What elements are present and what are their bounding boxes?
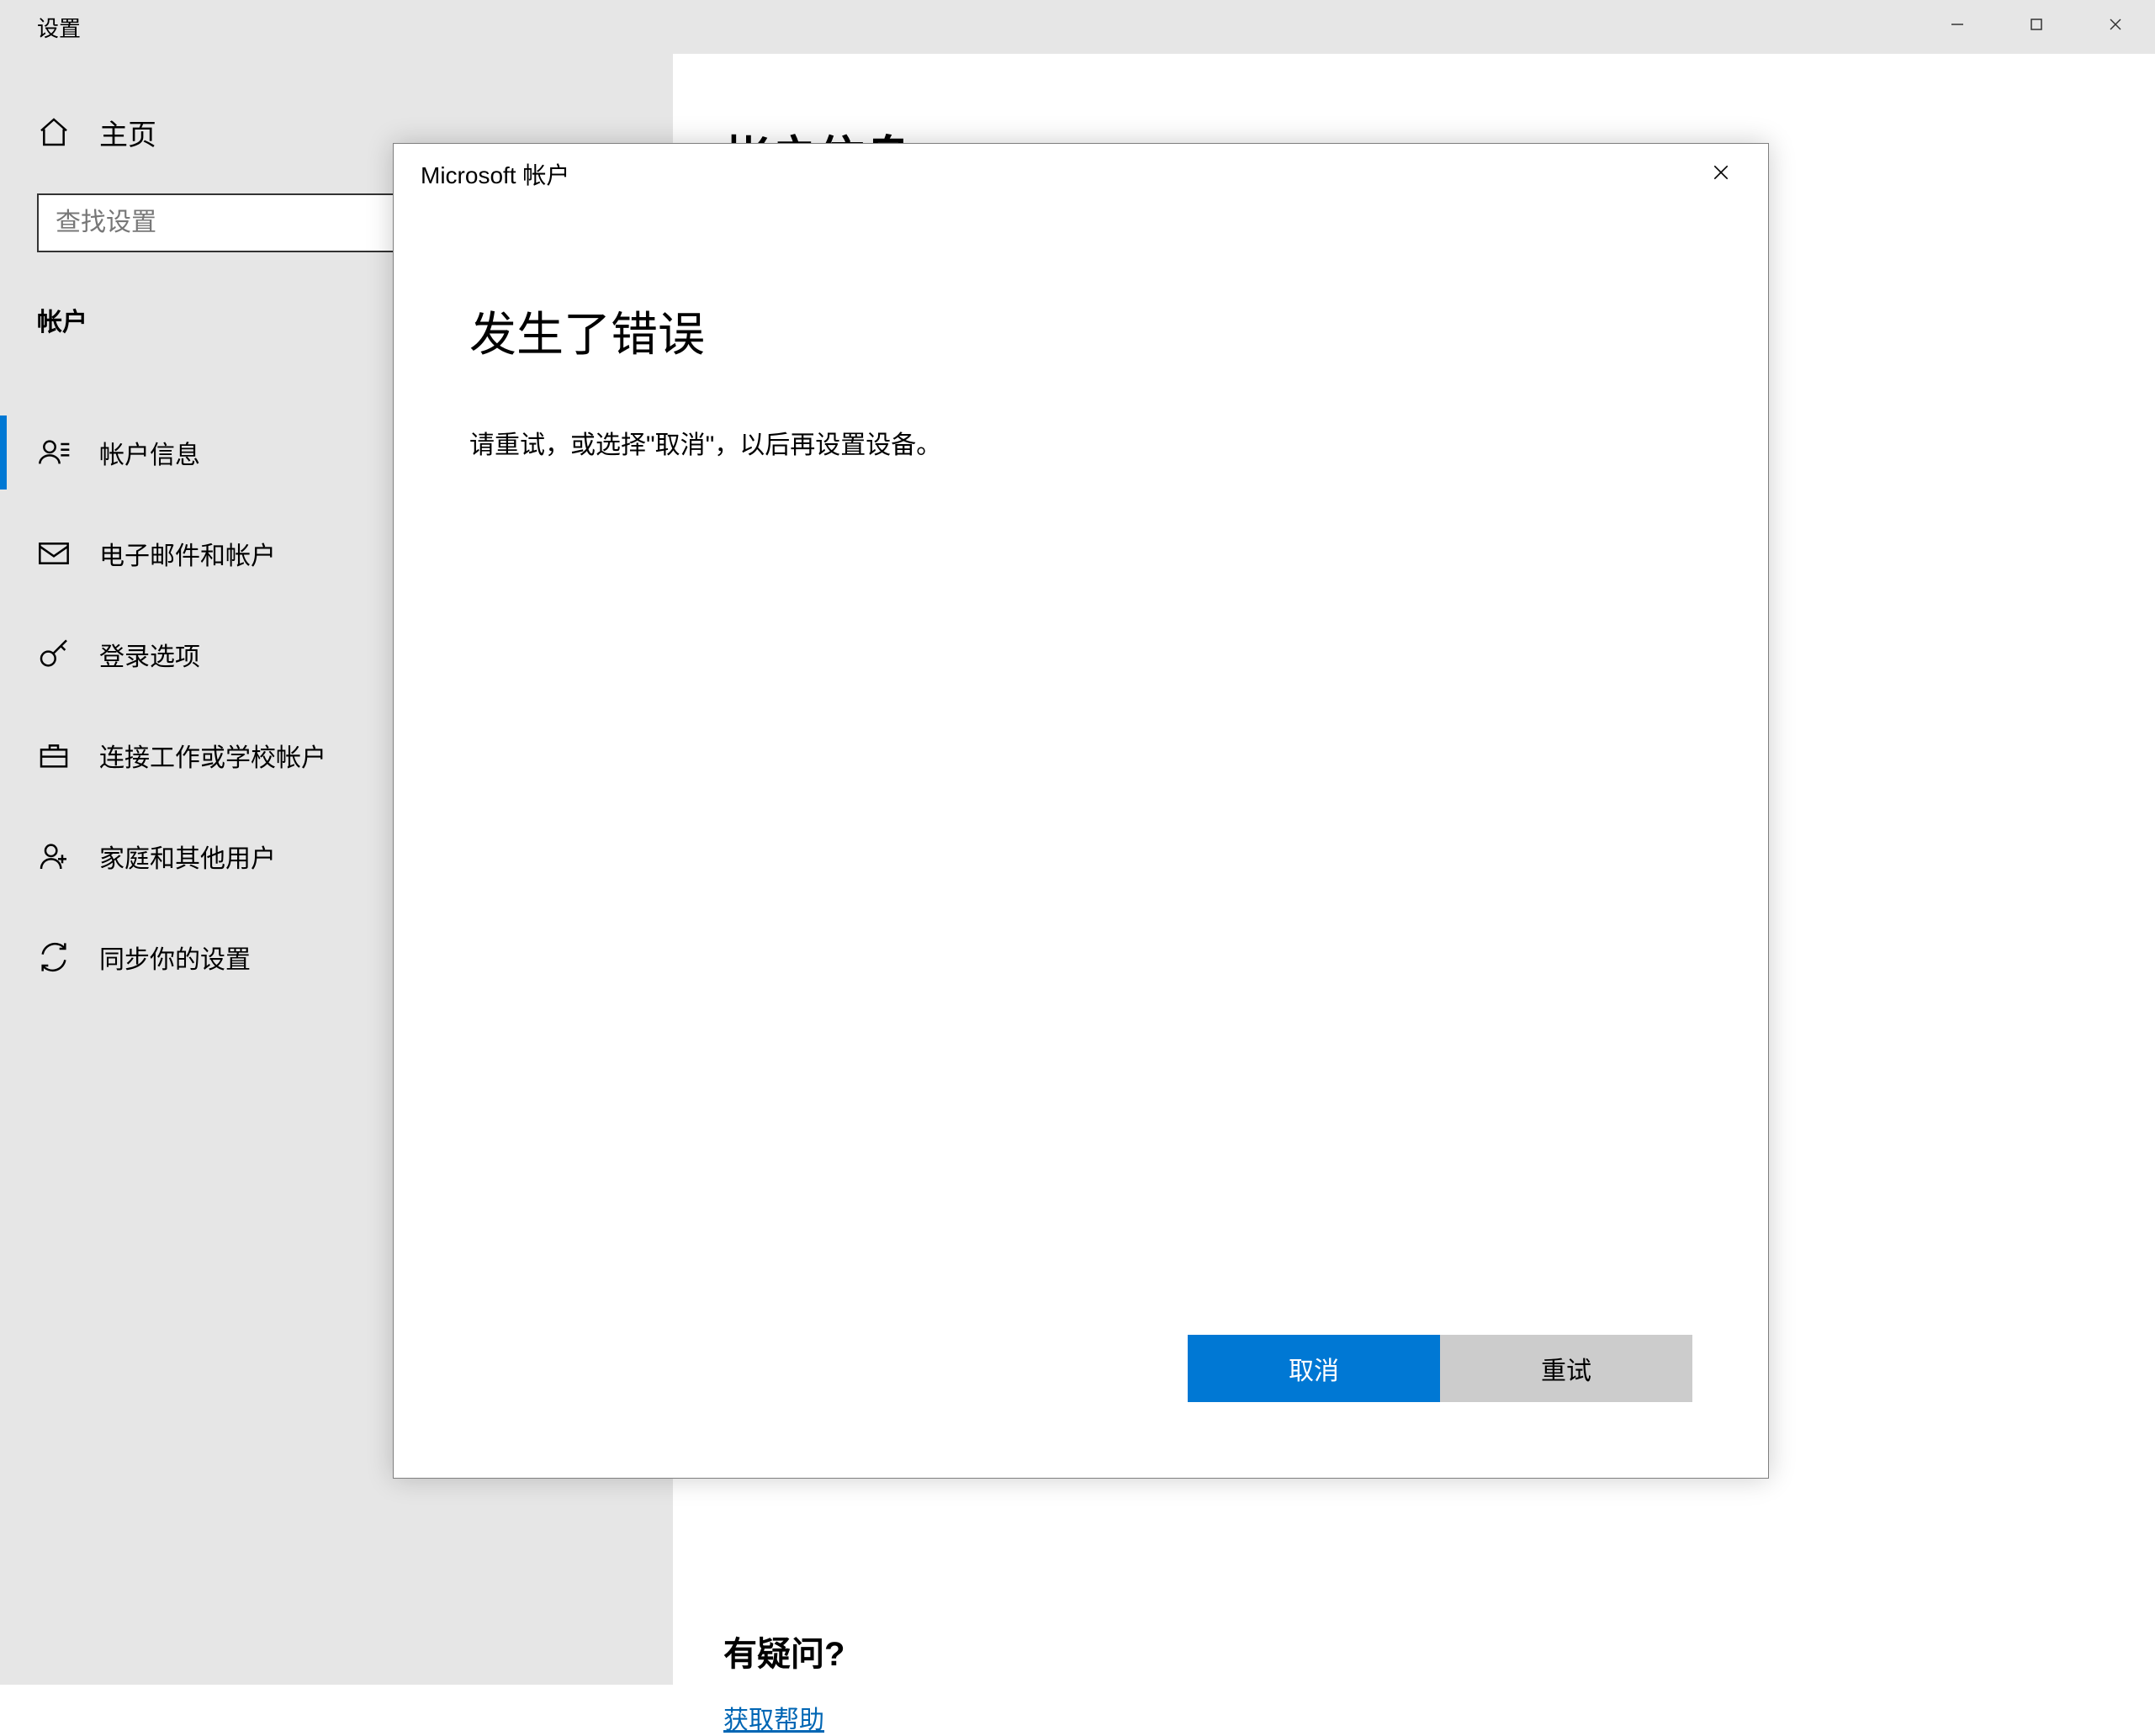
retry-button[interactable]: 重试 <box>1440 1335 1692 1402</box>
help-section: 有疑问? 获取帮助 <box>723 1627 845 1736</box>
mail-icon <box>37 537 71 570</box>
cancel-button[interactable]: 取消 <box>1188 1335 1440 1402</box>
sidebar-item-label: 电子邮件和帐户 <box>99 535 276 572</box>
close-button[interactable] <box>2076 0 2155 49</box>
sidebar-item-label: 连接工作或学校帐户 <box>99 737 326 774</box>
sidebar-item-label: 登录选项 <box>99 636 200 673</box>
microsoft-account-dialog: Microsoft 帐户 发生了错误 请重试，或选择"取消"，以后再设置设备。 … <box>393 143 1769 1479</box>
window-titlebar: 设置 <box>0 0 2155 54</box>
person-card-icon <box>37 436 71 469</box>
key-icon <box>37 638 71 671</box>
sidebar-item-label: 帐户信息 <box>99 434 200 471</box>
window-title: 设置 <box>0 12 81 43</box>
briefcase-icon <box>37 738 71 772</box>
sidebar-item-label: 同步你的设置 <box>99 939 251 976</box>
home-icon <box>37 115 71 149</box>
window-controls <box>1918 0 2155 49</box>
dialog-title: Microsoft 帐户 <box>421 157 569 191</box>
dialog-body: 发生了错误 请重试，或选择"取消"，以后再设置设备。 取消 重试 <box>394 204 1768 1478</box>
dialog-heading: 发生了错误 <box>469 297 1692 365</box>
get-help-link[interactable]: 获取帮助 <box>723 1707 824 1734</box>
settings-window: 设置 主页 帐户 <box>0 0 2155 1685</box>
home-label: 主页 <box>99 112 156 153</box>
sync-icon <box>37 940 71 974</box>
close-icon <box>1712 163 1730 186</box>
people-icon <box>37 839 71 873</box>
dialog-button-row: 取消 重试 <box>1188 1335 1692 1402</box>
dialog-titlebar: Microsoft 帐户 <box>394 144 1768 204</box>
dialog-close-button[interactable] <box>1696 149 1746 199</box>
minimize-button[interactable] <box>1918 0 1997 49</box>
help-heading: 有疑问? <box>723 1627 845 1675</box>
maximize-button[interactable] <box>1997 0 2076 49</box>
sidebar-item-label: 家庭和其他用户 <box>99 838 276 875</box>
dialog-message: 请重试，或选择"取消"，以后再设置设备。 <box>469 424 1692 461</box>
